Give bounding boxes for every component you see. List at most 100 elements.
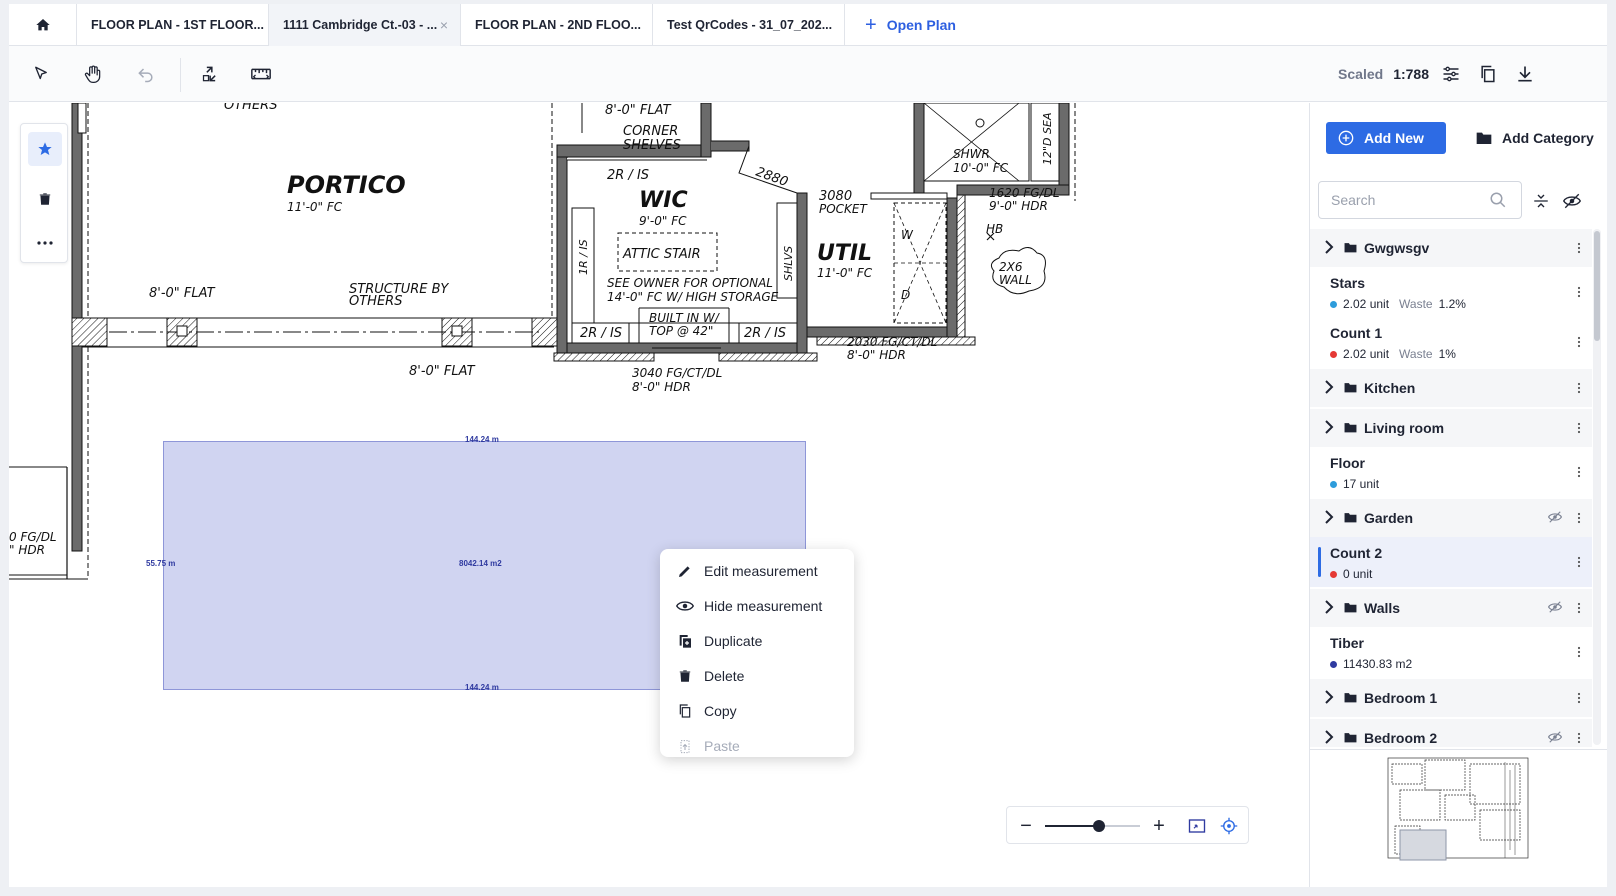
group-gwgwsgv[interactable]: Gwgwsgv <box>1310 229 1592 267</box>
kebab-menu-icon[interactable] <box>1576 646 1582 658</box>
hide-all-button[interactable] <box>1561 190 1583 212</box>
open-plan-label: Open Plan <box>886 16 956 33</box>
collapse-all-button[interactable] <box>1530 190 1552 212</box>
group-walls[interactable]: Walls <box>1310 589 1592 627</box>
plus-icon: + <box>865 13 877 36</box>
home-button[interactable] <box>9 4 77 46</box>
add-category-button[interactable]: Add Category <box>1476 122 1594 154</box>
plan-label: 8'-0" HDR <box>847 348 906 362</box>
settings-button[interactable] <box>1435 58 1467 90</box>
zoom-slider-thumb[interactable] <box>1093 820 1106 832</box>
item-stars[interactable]: Stars 2.02 unit Waste 1.2% <box>1310 267 1592 317</box>
folder-icon <box>1344 603 1357 613</box>
item-tiber[interactable]: Tiber 11430.83 m2 <box>1310 627 1592 677</box>
more-options-button[interactable] <box>28 226 62 260</box>
close-tab-icon[interactable]: × <box>440 17 448 33</box>
zoom-slider[interactable] <box>1045 820 1140 832</box>
plan-label: SEE OWNER FOR OPTIONAL <box>607 276 773 290</box>
plan-label: 8'-0" FLAT <box>409 364 476 379</box>
copy-icon <box>679 703 691 718</box>
group-name: Gwgwsgv <box>1364 240 1430 256</box>
rotate-button[interactable] <box>195 58 227 90</box>
edit-measurement-item[interactable]: Edit measurement <box>660 553 854 588</box>
kebab-menu-icon[interactable] <box>1576 382 1582 394</box>
delete-item[interactable]: Delete <box>660 658 854 693</box>
item-floor[interactable]: Floor 17 unit <box>1310 447 1592 497</box>
list-scrollbar[interactable] <box>1593 229 1601 745</box>
item-count-2[interactable]: Count 2 0 unit <box>1310 537 1592 587</box>
kebab-menu-icon[interactable] <box>1576 242 1582 254</box>
hide-measurement-item[interactable]: Hide measurement <box>660 588 854 623</box>
item-count-1[interactable]: Count 1 2.02 unit Waste 1% <box>1310 317 1592 367</box>
group-living-room[interactable]: Living room <box>1310 409 1592 447</box>
scrollbar-thumb[interactable] <box>1594 231 1600 341</box>
group-bedroom-1[interactable]: Bedroom 1 <box>1310 679 1592 717</box>
chevron-right-icon[interactable] <box>1324 690 1334 704</box>
tab-cambridge[interactable]: 1111 Cambridge Ct.-03 - ... × <box>269 4 461 46</box>
chevron-right-icon[interactable] <box>1324 730 1334 744</box>
group-name: Bedroom 1 <box>1364 690 1438 706</box>
menu-item-label: Copy <box>704 702 737 719</box>
undo-button[interactable] <box>130 58 162 90</box>
plan-minimap[interactable] <box>1310 749 1607 887</box>
kebab-menu-icon[interactable] <box>1576 692 1582 704</box>
locate-button[interactable] <box>1215 812 1243 840</box>
zoom-in-button[interactable]: + <box>1145 812 1173 840</box>
copy-item[interactable]: Copy <box>660 693 854 728</box>
item-name: Floor <box>1330 455 1365 471</box>
select-tool-button[interactable] <box>25 58 57 90</box>
kebab-menu-icon[interactable] <box>1576 466 1582 478</box>
group-garden[interactable]: Garden <box>1310 499 1592 537</box>
tab-floor-plan-2nd[interactable]: FLOOR PLAN - 2ND FLOO... <box>461 4 653 46</box>
plan-label: 2R / IS <box>607 168 649 183</box>
color-dot <box>1330 350 1337 358</box>
kebab-menu-icon[interactable] <box>1576 602 1582 614</box>
tab-floor-plan-1st[interactable]: FLOOR PLAN - 1ST FLOOR... <box>77 4 269 46</box>
pointer-icon <box>35 66 47 80</box>
measurement-area: 8042.14 m2 <box>459 559 502 568</box>
favorites-button[interactable] <box>28 132 62 166</box>
kebab-menu-icon[interactable] <box>1576 422 1582 434</box>
plan-canvas[interactable]: OTHERS PORTICO 11'-0" FC 8'-0" FLAT STRU… <box>9 103 1309 887</box>
download-icon <box>1518 66 1532 82</box>
add-new-button[interactable]: Add New <box>1326 122 1446 154</box>
zoom-out-button[interactable]: − <box>1012 812 1040 840</box>
item-value: 2.02 unit <box>1343 347 1390 361</box>
plan-label: 2030 FG/CT/DL <box>847 335 937 349</box>
tab-test-qrcodes[interactable]: Test QrCodes - 31_07_202... <box>653 4 845 46</box>
kebab-menu-icon[interactable] <box>1576 512 1582 524</box>
kebab-menu-icon[interactable] <box>1576 286 1582 298</box>
eye-off-icon[interactable] <box>1548 731 1562 743</box>
fit-to-screen-button[interactable] <box>1183 812 1211 840</box>
eye-off-icon[interactable] <box>1548 511 1562 523</box>
download-button[interactable] <box>1509 58 1541 90</box>
open-plan-button[interactable]: + Open Plan <box>845 4 956 45</box>
chevron-right-icon[interactable] <box>1324 420 1334 434</box>
pan-tool-button[interactable] <box>77 58 109 90</box>
chevron-right-icon[interactable] <box>1324 240 1334 254</box>
item-details: 0 unit <box>1330 567 1372 581</box>
plan-label: 9'-0" HDR <box>989 199 1048 213</box>
search-input[interactable] <box>1319 182 1469 218</box>
duplicate-item[interactable]: Duplicate <box>660 623 854 658</box>
kebab-menu-icon[interactable] <box>1576 732 1582 744</box>
group-name: Living room <box>1364 420 1445 436</box>
minimap-viewport[interactable] <box>1399 829 1447 861</box>
eye-off-icon[interactable] <box>1548 601 1562 613</box>
delete-markup-button[interactable] <box>28 182 62 216</box>
eye-icon <box>676 600 694 611</box>
chevron-right-icon[interactable] <box>1324 380 1334 394</box>
kebab-menu-icon[interactable] <box>1576 336 1582 348</box>
copy-plan-button[interactable] <box>1472 58 1504 90</box>
scale-readout: Scaled 1:788 <box>1338 66 1429 82</box>
plan-label: 0 FG/DL <box>9 530 57 544</box>
group-bedroom-2[interactable]: Bedroom 2 <box>1310 719 1592 747</box>
measure-scale-button[interactable] <box>245 58 277 90</box>
item-name: Stars <box>1330 275 1366 291</box>
plan-label: 9'-0" FC <box>639 214 687 228</box>
chevron-right-icon[interactable] <box>1324 510 1334 524</box>
kebab-menu-icon[interactable] <box>1576 556 1582 568</box>
item-details: 2.02 unit Waste 1.2% <box>1330 297 1466 311</box>
group-kitchen[interactable]: Kitchen <box>1310 369 1592 407</box>
chevron-right-icon[interactable] <box>1324 600 1334 614</box>
